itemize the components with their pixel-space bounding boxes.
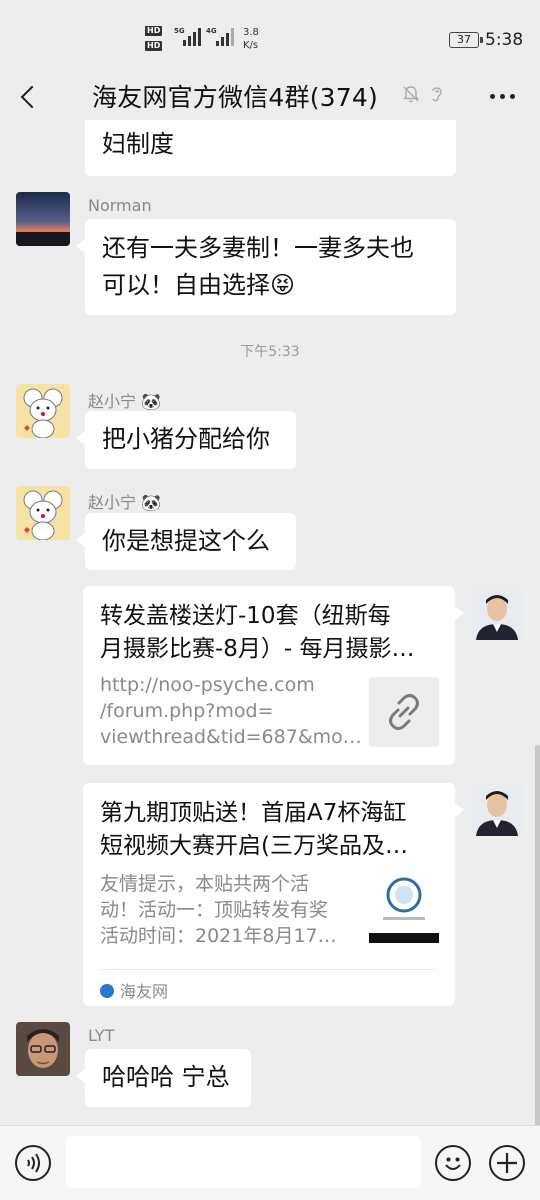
sender-name: LYT — [88, 1026, 115, 1045]
card-source: 海友网 — [100, 978, 168, 1002]
message-text: 哈哈哈 宁总 — [102, 1063, 230, 1091]
sender-name: Norman — [88, 196, 152, 215]
status-bar: HD HD 5G 4G 3.8 K/s 37 5:38 — [0, 0, 540, 72]
message-bubble[interactable]: 还有一夫多妻制！一妻多夫也 可以！自由选择😝 — [76, 219, 456, 315]
timestamp: 下午5:33 — [240, 344, 300, 360]
avatar[interactable] — [16, 486, 70, 540]
voice-icon — [27, 1153, 40, 1173]
avatar[interactable] — [16, 1022, 70, 1076]
network-indicators: HD HD 5G 4G 3.8 K/s — [145, 24, 265, 56]
ear-icon — [432, 87, 442, 102]
sender-name: 赵小宁 🐼 — [88, 493, 162, 512]
dot — [489, 93, 495, 99]
link-icon — [389, 694, 419, 730]
avatar[interactable] — [470, 586, 524, 640]
card-title: 转发盖楼送灯-10套（纽斯每 月摄影比赛-8月）- 每月摄影… — [100, 603, 415, 662]
sender-name: 赵小宁 🐼 — [88, 392, 162, 411]
hd-badge: HD — [145, 41, 163, 51]
avatar[interactable] — [16, 192, 70, 246]
message-text: 可以！自由选择 — [102, 271, 270, 299]
message-bubble[interactable]: 你是想提这个么 — [76, 513, 296, 570]
dot — [499, 93, 505, 99]
back-button[interactable] — [10, 76, 46, 116]
message-input[interactable] — [66, 1136, 421, 1188]
emoji-button[interactable] — [435, 1145, 471, 1181]
hd-badge: HD — [145, 26, 163, 36]
card-title: 第九期顶贴送！首届A7杯海缸 短视频大赛开启(三万奖品及… — [100, 800, 408, 859]
card-thumbnail — [369, 677, 439, 747]
link-card[interactable]: 第九期顶贴送！首届A7杯海缸 短视频大赛开启(三万奖品及… 友情提示，本贴共两个… — [83, 783, 464, 1006]
signal-icon — [183, 28, 201, 46]
input-bar — [0, 1125, 540, 1200]
more-functions-button[interactable] — [489, 1145, 525, 1181]
message-bubble[interactable]: 把小猪分配给你 — [76, 411, 296, 469]
emoji: 😝 — [270, 271, 296, 299]
divider — [100, 969, 438, 970]
card-thumbnail — [369, 873, 439, 943]
message-text: 把小猪分配给你 — [102, 425, 270, 453]
message-bubble[interactable]: 哈哈哈 宁总 — [76, 1049, 251, 1107]
avatar[interactable] — [16, 384, 70, 438]
message-text: 妇制度 — [102, 130, 174, 158]
avatar[interactable] — [470, 782, 524, 836]
message-text: 你是想提这个么 — [102, 527, 270, 555]
card-description: 友情提示，本贴共两个活 动！活动一：顶贴转发有奖 活动时间：2021年8月17… — [100, 873, 337, 947]
message-list[interactable]: 妇制度 Norman 还有一夫多妻制！一妻多夫也 可以！自由选择😝 下午5:33 — [0, 120, 540, 1125]
site-logo-icon — [100, 984, 114, 998]
title-bar: 海友网官方微信4群(374) — [0, 72, 540, 120]
bell-off-icon — [403, 86, 419, 103]
more-options-button[interactable] — [484, 80, 520, 112]
link-card[interactable]: 转发盖楼送灯-10套（纽斯每 月摄影比赛-8月）- 每月摄影… http://n… — [83, 586, 464, 765]
emoji-icon — [445, 1157, 461, 1170]
dot — [509, 93, 515, 99]
message-bubble[interactable]: 妇制度 — [85, 120, 456, 176]
card-description: http://noo-psyche.com /forum.php?mod= vi… — [100, 674, 362, 748]
clock: 5:38 — [485, 30, 524, 50]
plus-icon — [497, 1153, 517, 1173]
network-speed: 3.8 K/s — [243, 27, 259, 51]
battery-icon: 37 — [449, 32, 483, 48]
scrollbar[interactable] — [535, 745, 540, 1125]
signal-icon — [216, 28, 234, 46]
message-text: 还有一夫多妻制！一妻多夫也 — [102, 234, 414, 262]
chat-title: 海友网官方微信4群(374) — [92, 83, 378, 112]
voice-button[interactable] — [15, 1145, 51, 1181]
